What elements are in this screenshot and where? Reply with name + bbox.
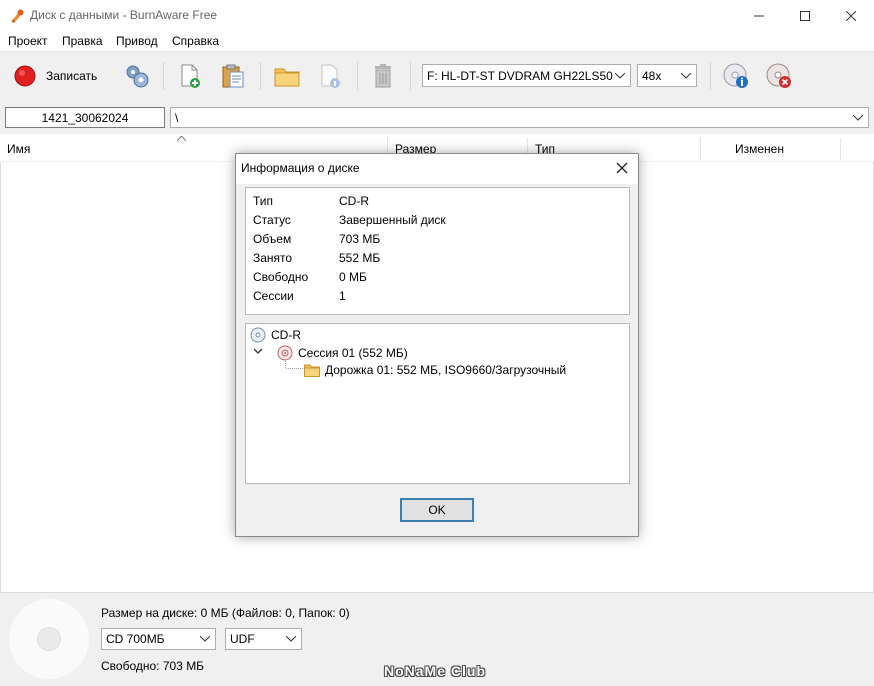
tree-node-track[interactable]: Дорожка 01: 552 МБ, ISO9660/Загрузочный bbox=[304, 363, 566, 377]
chevron-down-icon bbox=[681, 72, 691, 79]
session-icon bbox=[277, 345, 293, 361]
disc-label-value: 1421_30062024 bbox=[41, 110, 129, 125]
drive-select-value: F: HL-DT-ST DVDRAM GH22LS50 bbox=[427, 68, 613, 83]
toolbar-separator bbox=[357, 62, 358, 90]
drive-select[interactable]: F: HL-DT-ST DVDRAM GH22LS50 bbox=[422, 64, 631, 87]
tree-connector bbox=[285, 361, 303, 369]
settings-button[interactable] bbox=[124, 61, 150, 91]
menu-drive[interactable]: Привод bbox=[116, 34, 158, 48]
menu-bar: Проект Правка Привод Справка bbox=[0, 31, 874, 51]
burn-label: Записать bbox=[46, 69, 98, 83]
filesystem-value: UDF bbox=[230, 632, 255, 646]
disc-label-input[interactable]: 1421_30062024 bbox=[5, 107, 165, 128]
toolbar-separator bbox=[710, 62, 711, 90]
column-modified[interactable]: Изменен bbox=[735, 142, 784, 156]
menu-edit[interactable]: Правка bbox=[62, 34, 103, 48]
disc-type-value: CD 700МБ bbox=[106, 632, 165, 646]
title-bar: Диск с данными - BurnAware Free bbox=[0, 0, 874, 31]
column-divider[interactable] bbox=[840, 138, 841, 160]
gears-icon bbox=[126, 65, 149, 88]
disc-type-select[interactable]: CD 700МБ bbox=[101, 628, 216, 650]
toolbar-separator bbox=[260, 62, 261, 90]
toolbar-separator bbox=[163, 62, 164, 90]
tree-node-label: Сессия 01 (552 МБ) bbox=[298, 346, 408, 360]
filesystem-select[interactable]: UDF bbox=[225, 628, 302, 650]
disc-properties-panel: Тип CD-R Статус Завершенный диск Объем 7… bbox=[245, 187, 630, 315]
info-key: Свободно bbox=[253, 270, 309, 284]
toolbar: Записать F: HL-DT-ST DVDRAM GH22LS50 48x bbox=[0, 51, 874, 99]
chevron-down-icon[interactable] bbox=[253, 348, 263, 356]
info-value: 703 МБ bbox=[339, 232, 381, 246]
delete-button[interactable] bbox=[372, 61, 394, 91]
ok-button[interactable]: OK bbox=[400, 498, 474, 522]
sort-ascending-icon bbox=[177, 136, 186, 141]
info-key: Тип bbox=[253, 194, 274, 208]
close-button[interactable] bbox=[828, 0, 874, 31]
info-value: CD-R bbox=[339, 194, 369, 208]
chevron-down-icon bbox=[200, 636, 210, 642]
watermark: NoNaMe Club bbox=[384, 663, 486, 679]
menu-project[interactable]: Проект bbox=[8, 34, 48, 48]
path-value: \ bbox=[175, 110, 179, 125]
minimize-icon bbox=[754, 15, 764, 16]
add-file-icon bbox=[181, 64, 200, 88]
chevron-down-icon bbox=[853, 114, 863, 121]
record-icon bbox=[14, 65, 36, 87]
burnaware-app-icon bbox=[11, 9, 24, 23]
tree-node-label: Дорожка 01: 552 МБ, ISO9660/Загрузочный bbox=[325, 363, 567, 377]
maximize-button[interactable] bbox=[782, 0, 828, 31]
dialog-title: Информация о диске bbox=[241, 161, 360, 175]
menu-help[interactable]: Справка bbox=[172, 34, 219, 48]
chevron-down-icon bbox=[615, 72, 625, 79]
path-bar: 1421_30062024 \ bbox=[0, 99, 874, 134]
disc-size-info: Размер на диске: 0 МБ (Файлов: 0, Папок:… bbox=[101, 606, 350, 620]
minimize-button[interactable] bbox=[736, 0, 782, 31]
close-icon[interactable] bbox=[614, 160, 630, 176]
tree-node-session[interactable]: Сессия 01 (552 МБ) bbox=[277, 345, 408, 361]
info-key: Статус bbox=[253, 213, 291, 227]
maximize-icon bbox=[800, 10, 810, 21]
column-name[interactable]: Имя bbox=[7, 142, 30, 156]
info-key: Объем bbox=[253, 232, 292, 246]
info-value: 1 bbox=[339, 289, 346, 303]
disc-erase-icon bbox=[766, 63, 791, 88]
paste-button[interactable] bbox=[220, 61, 246, 91]
disc-usage-icon bbox=[9, 599, 89, 679]
burn-button[interactable]: Записать bbox=[14, 61, 97, 91]
erase-disc-button[interactable] bbox=[766, 61, 792, 91]
dialog-title-bar: Информация о диске bbox=[236, 154, 638, 184]
info-value: 0 МБ bbox=[339, 270, 367, 284]
folder-icon bbox=[274, 68, 300, 87]
disc-info-icon bbox=[723, 63, 748, 88]
speed-select[interactable]: 48x bbox=[637, 64, 697, 87]
chevron-down-icon bbox=[286, 636, 296, 642]
tree-node-disc[interactable]: CD-R bbox=[250, 327, 301, 343]
close-icon bbox=[846, 10, 856, 21]
disc-info-dialog: Информация о диске Тип CD-R Статус Завер… bbox=[235, 153, 639, 537]
new-folder-button[interactable] bbox=[274, 61, 300, 91]
properties-button[interactable] bbox=[318, 61, 342, 91]
toolbar-separator bbox=[410, 62, 411, 90]
window-title: Диск с данными - BurnAware Free bbox=[30, 8, 218, 22]
free-space-info: Свободно: 703 МБ bbox=[101, 659, 205, 673]
info-value: Завершенный диск bbox=[339, 213, 446, 227]
disc-icon bbox=[250, 327, 266, 343]
add-files-button[interactable] bbox=[178, 61, 202, 91]
column-divider[interactable] bbox=[700, 138, 701, 160]
ok-button-label: OK bbox=[428, 503, 446, 517]
info-value: 552 МБ bbox=[339, 251, 381, 265]
tree-node-label: CD-R bbox=[271, 328, 301, 342]
info-key: Сессии bbox=[253, 289, 294, 303]
file-info-icon bbox=[321, 64, 340, 88]
clipboard-icon bbox=[222, 64, 244, 88]
info-key: Занято bbox=[253, 251, 293, 265]
disc-info-button[interactable] bbox=[723, 61, 749, 91]
trash-icon bbox=[375, 64, 391, 88]
speed-select-value: 48x bbox=[642, 68, 662, 83]
path-select[interactable]: \ bbox=[170, 107, 869, 128]
disc-structure-tree[interactable]: CD-R Сессия 01 (552 МБ) Дорожка 01: 552 … bbox=[245, 323, 630, 484]
folder-icon bbox=[304, 364, 320, 377]
